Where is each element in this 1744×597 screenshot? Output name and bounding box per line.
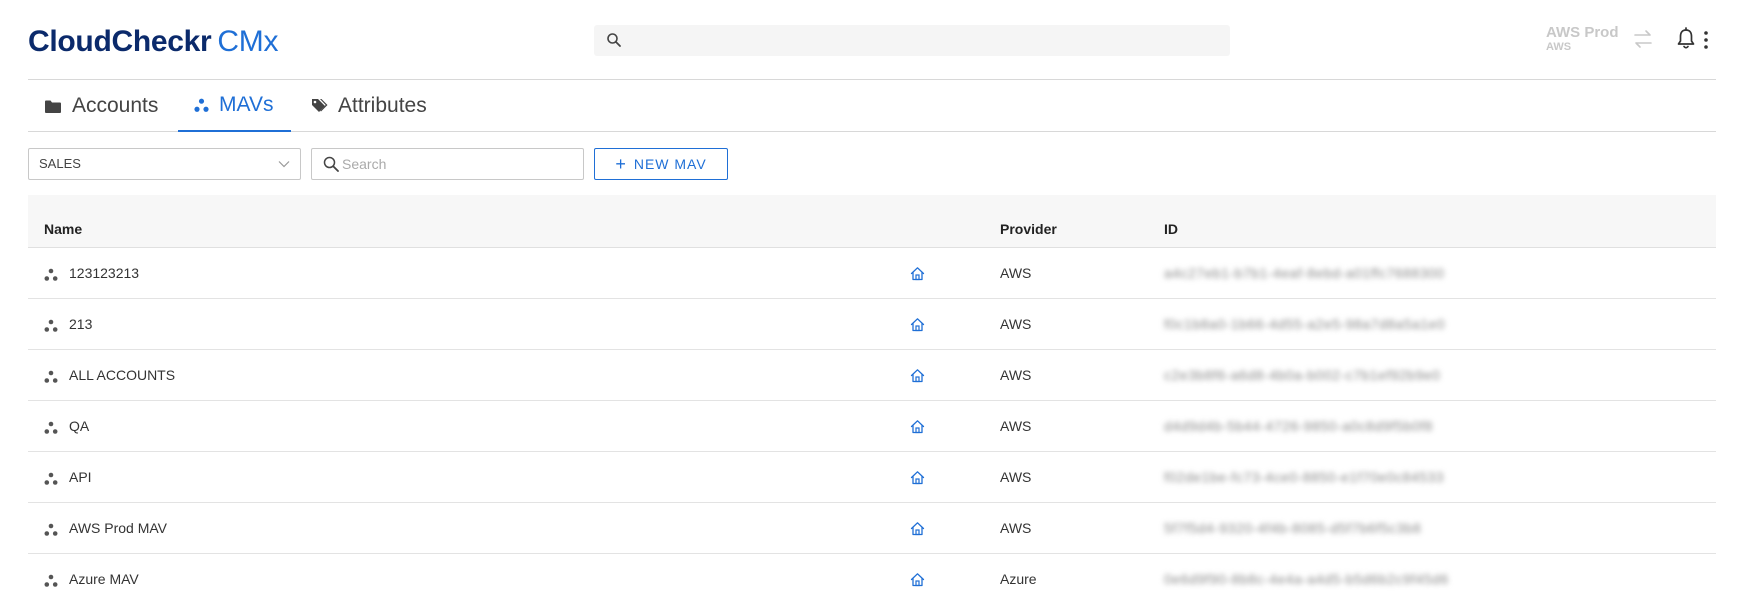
mav-id: f02de1be-fc73-4ce0-8850-e1f70e0c84533	[1164, 469, 1445, 485]
plus-icon: +	[615, 154, 627, 174]
mav-id: c2e3b8f6-a6d8-4b0a-b002-c7b1ef92b9e0	[1164, 367, 1441, 383]
chevron-down-icon	[278, 161, 290, 168]
new-mav-button[interactable]: + NEW MAV	[594, 148, 728, 180]
home-icon[interactable]	[910, 470, 925, 485]
mav-name[interactable]: QA	[69, 418, 89, 434]
table-row[interactable]: AWS Prod MAV AWS 5f7f5d4-9320-4f4b-8085-…	[28, 503, 1716, 554]
mav-provider: AWS	[1000, 316, 1032, 332]
mav-provider: AWS	[1000, 265, 1032, 281]
home-icon[interactable]	[910, 419, 925, 434]
mav-icon	[44, 268, 58, 281]
mav-name[interactable]: 123123213	[69, 265, 139, 281]
table-row[interactable]: QA AWS d4d9d4b-5b44-4726-9850-a0c8d9f5b0…	[28, 401, 1716, 452]
table-body: 123123213 AWS a4c27eb1-b7b1-4eaf-8ebd-a0…	[28, 248, 1716, 597]
mav-search-input[interactable]	[342, 150, 572, 178]
home-icon[interactable]	[910, 317, 925, 332]
swap-icon[interactable]	[1632, 29, 1654, 49]
home-icon[interactable]	[910, 521, 925, 536]
mav-name[interactable]: ALL ACCOUNTS	[69, 367, 175, 383]
top-bar: CloudCheckr CMx AWS Prod AWS	[28, 0, 1716, 80]
column-header-provider[interactable]: Provider	[1000, 221, 1057, 237]
mav-name[interactable]: Azure MAV	[69, 571, 139, 587]
mav-icon	[194, 98, 209, 112]
more-vertical-icon[interactable]	[1700, 29, 1712, 51]
mav-table: Name Provider ID 123123213 AWS a4c27eb1-…	[28, 195, 1716, 597]
tab-mavs-label: MAVs	[219, 93, 274, 116]
tab-accounts[interactable]: Accounts	[44, 80, 158, 132]
column-header-id[interactable]: ID	[1164, 221, 1178, 237]
table-row[interactable]: Azure MAV Azure 0e6d9f90-8b8c-4e4a-a4d5-…	[28, 554, 1716, 597]
mav-icon	[44, 421, 58, 434]
tab-mavs[interactable]: MAVs	[178, 80, 291, 132]
new-mav-label: NEW MAV	[633, 156, 707, 172]
bell-icon[interactable]	[1676, 27, 1696, 51]
toolbar: SALES + NEW MAV	[28, 148, 1716, 181]
mav-search-box	[311, 148, 584, 180]
folder-icon	[45, 100, 61, 113]
logo-brand: CloudCheckr	[28, 25, 212, 58]
app-logo[interactable]: CloudCheckr CMx	[28, 24, 278, 60]
mav-name[interactable]: AWS Prod MAV	[69, 520, 167, 536]
account-name: AWS Prod	[1546, 24, 1619, 41]
column-header-name[interactable]: Name	[44, 221, 82, 237]
mav-icon	[44, 523, 58, 536]
global-search-input[interactable]	[594, 25, 1230, 56]
mav-id: 5f7f5d4-9320-4f4b-8085-d5f7b6f5c3b8	[1164, 520, 1422, 536]
mav-name[interactable]: API	[69, 469, 92, 485]
mav-icon	[44, 319, 58, 332]
mav-id: a4c27eb1-b7b1-4eaf-8ebd-a01ffc7688300	[1164, 265, 1445, 281]
mav-provider: AWS	[1000, 367, 1032, 383]
account-group-select[interactable]: SALES	[28, 148, 301, 180]
search-icon	[607, 33, 621, 47]
mav-name[interactable]: 213	[69, 316, 92, 332]
mav-id: d4d9d4b-5b44-4726-9850-a0c8d9f5b0f8	[1164, 418, 1433, 434]
tab-attributes-label: Attributes	[338, 94, 427, 117]
mav-provider: AWS	[1000, 469, 1032, 485]
mav-icon	[44, 472, 58, 485]
table-row[interactable]: API AWS f02de1be-fc73-4ce0-8850-e1f70e0c…	[28, 452, 1716, 503]
home-icon[interactable]	[910, 368, 925, 383]
tab-accounts-label: Accounts	[72, 94, 159, 117]
table-row[interactable]: ALL ACCOUNTS AWS c2e3b8f6-a6d8-4b0a-b002…	[28, 350, 1716, 401]
home-icon[interactable]	[910, 266, 925, 281]
table-row[interactable]: 123123213 AWS a4c27eb1-b7b1-4eaf-8ebd-a0…	[28, 248, 1716, 299]
mav-provider: Azure	[1000, 571, 1037, 587]
tab-bar: Accounts MAVs Attributes	[28, 80, 1716, 132]
account-provider: AWS	[1546, 41, 1572, 53]
tab-attributes[interactable]: Attributes	[310, 80, 427, 132]
table-row[interactable]: 213 AWS f0c1b8a0-1b66-4d55-a2e5-98a7d8a5…	[28, 299, 1716, 350]
tags-icon	[312, 99, 328, 112]
select-value: SALES	[39, 156, 81, 171]
account-switcher[interactable]: AWS Prod AWS	[1546, 24, 1626, 54]
search-icon	[323, 156, 339, 172]
home-icon[interactable]	[910, 572, 925, 587]
mav-provider: AWS	[1000, 520, 1032, 536]
mav-provider: AWS	[1000, 418, 1032, 434]
mav-icon	[44, 574, 58, 587]
logo-product: CMx	[217, 25, 279, 58]
mav-id: f0c1b8a0-1b66-4d55-a2e5-98a7d8a5a1e0	[1164, 316, 1446, 332]
mav-id: 0e6d9f90-8b8c-4e4a-a4d5-b5d6b2c9f45d6	[1164, 571, 1449, 587]
mav-icon	[44, 370, 58, 383]
table-header: Name Provider ID	[28, 195, 1716, 248]
